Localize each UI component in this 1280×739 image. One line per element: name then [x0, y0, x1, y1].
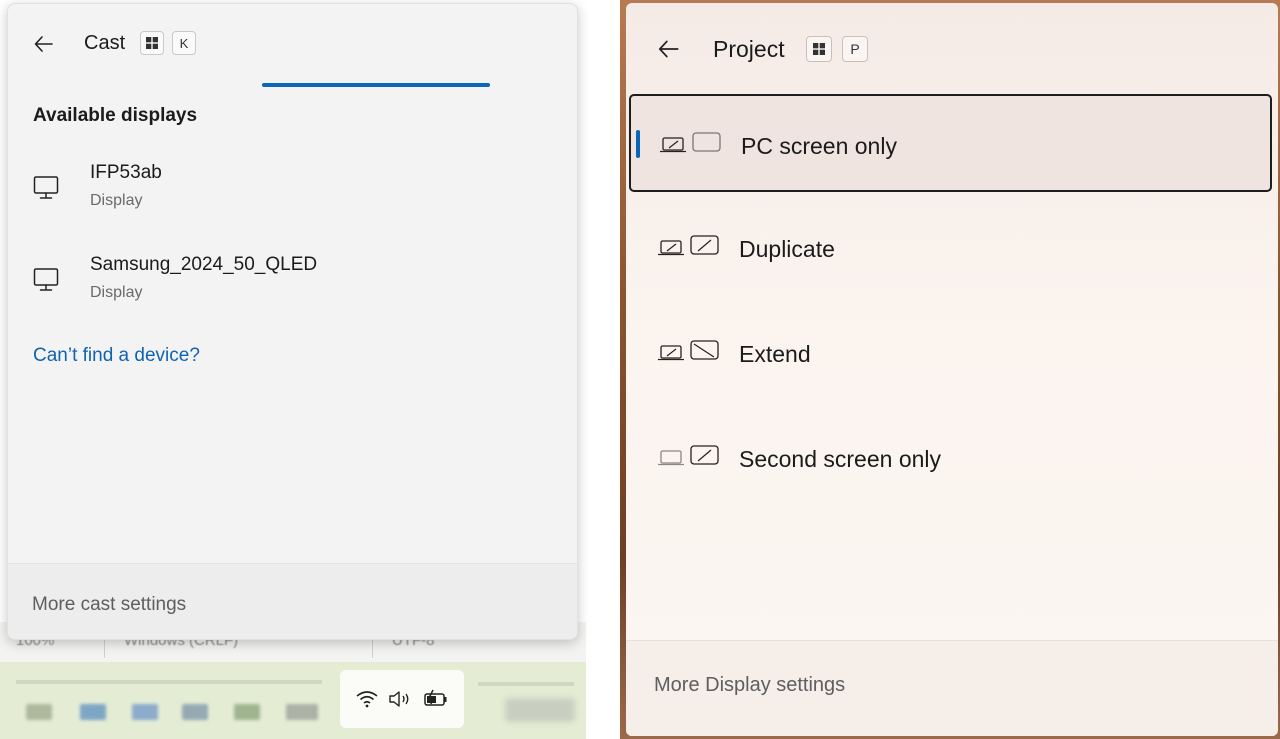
back-arrow-icon[interactable]: [656, 36, 682, 62]
system-tray[interactable]: [340, 670, 464, 728]
taskbar-app-icon[interactable]: [26, 704, 52, 720]
battery-charging-icon: [423, 689, 446, 706]
cast-screenshot: 100% Windows (CRLF) UTF-8 Cast K Availab…: [0, 0, 586, 739]
taskbar-app-icon[interactable]: [80, 704, 106, 720]
project-title: Project: [713, 36, 785, 62]
option-duplicate[interactable]: Duplicate: [629, 199, 1272, 297]
cast-flyout: Cast K Available displays IFP53ab Displa…: [7, 3, 578, 640]
volume-icon: [389, 691, 409, 707]
option-label: PC screen only: [741, 133, 897, 159]
option-second-screen-only[interactable]: Second screen only: [629, 409, 1272, 507]
cant-find-device-link[interactable]: Can’t find a device?: [33, 345, 200, 367]
windows-key-icon: [806, 36, 832, 62]
selection-indicator: [636, 130, 640, 158]
back-arrow-icon[interactable]: [32, 32, 56, 56]
shortcut-key: K: [172, 31, 196, 55]
option-label: Extend: [739, 341, 811, 367]
taskbar-clock[interactable]: [505, 698, 575, 722]
display-type: Display: [90, 284, 143, 301]
project-flyout: Project P PC screen only Duplicate Exten…: [626, 3, 1278, 736]
shortcut-key: P: [842, 36, 868, 62]
display-list-item[interactable]: IFP53ab Display: [8, 162, 577, 234]
monitor-icon: [33, 268, 59, 291]
option-label: Duplicate: [739, 236, 835, 262]
available-displays-heading: Available displays: [33, 105, 198, 126]
display-type: Display: [90, 192, 143, 209]
searching-progress-bar: [262, 83, 490, 87]
taskbar-app-icon[interactable]: [286, 704, 318, 720]
duplicate-icon: [658, 235, 719, 256]
option-pc-screen-only[interactable]: PC screen only: [629, 94, 1272, 192]
project-footer: More Display settings: [626, 640, 1278, 736]
windows-key-icon: [140, 31, 164, 55]
extend-icon: [658, 340, 719, 361]
taskbar-app-icon[interactable]: [182, 704, 208, 720]
taskbar-strip: [16, 680, 322, 684]
display-list-item[interactable]: Samsung_2024_50_QLED Display: [8, 254, 577, 326]
taskbar: [0, 662, 586, 739]
taskbar-strip: [478, 682, 574, 686]
second-screen-only-icon: [658, 445, 719, 466]
cast-header: Cast K: [8, 4, 577, 84]
more-cast-settings-link[interactable]: More cast settings: [32, 594, 186, 616]
monitor-icon: [33, 176, 59, 199]
option-extend[interactable]: Extend: [629, 304, 1272, 402]
taskbar-app-icon[interactable]: [132, 704, 158, 720]
wifi-icon: [356, 691, 377, 708]
option-label: Second screen only: [739, 446, 942, 472]
more-display-settings-link[interactable]: More Display settings: [654, 674, 845, 697]
cast-title: Cast: [84, 32, 126, 54]
cast-footer: More cast settings: [8, 563, 577, 639]
display-name: Samsung_2024_50_QLED: [90, 254, 318, 275]
display-name: IFP53ab: [90, 162, 162, 183]
taskbar-app-icon[interactable]: [234, 704, 260, 720]
pc-screen-only-icon: [660, 132, 721, 153]
